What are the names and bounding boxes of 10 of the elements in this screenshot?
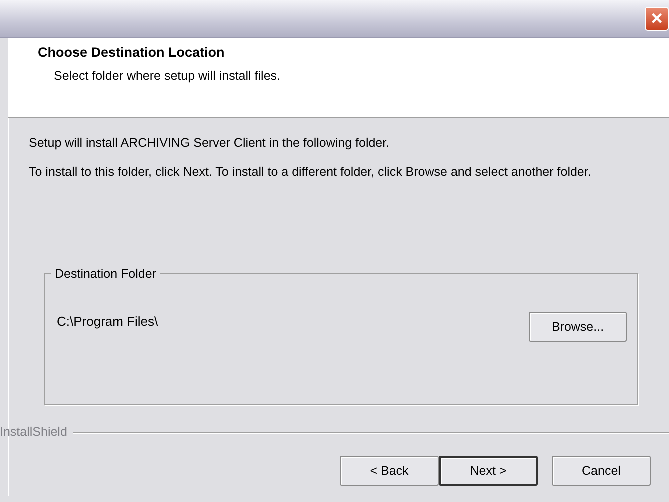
- body-text: Setup will install ARCHIVING Server Client in the following folder.: [29, 135, 391, 152]
- body-text: To install to this folder, click Next. To install to a different folder, click Browse and select another folder.: [29, 164, 592, 181]
- dialog-button[interactable]: < Back: [340, 456, 439, 486]
- page-title: Choose Destination Location: [38, 45, 226, 62]
- dialog-button[interactable]: Next >: [439, 456, 538, 486]
- brand-label: InstallShield: [0, 424, 68, 442]
- page-subtitle: Select folder where setup will install files.: [54, 68, 282, 86]
- browse-button[interactable]: Browse...: [529, 312, 627, 342]
- dialog-button[interactable]: Cancel: [552, 456, 651, 486]
- folder-path: C:\Program Files\: [57, 313, 158, 332]
